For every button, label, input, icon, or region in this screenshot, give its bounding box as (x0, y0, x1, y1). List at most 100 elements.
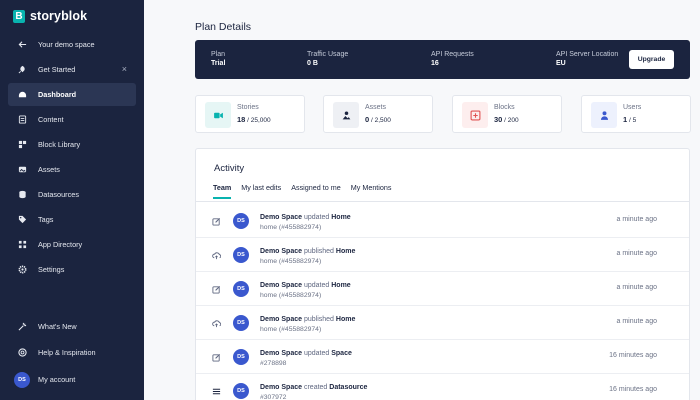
activity-time: a minute ago (616, 250, 657, 257)
edit-icon (211, 352, 221, 362)
api-requests-label: API Requests (431, 51, 474, 58)
avatar: DS (14, 371, 30, 388)
activity-subtitle: home (#455882974) (260, 292, 322, 299)
traffic-field: Traffic Usage 0 B (307, 51, 348, 67)
activity-row[interactable]: DS Demo Space updated Space #278898 16 m… (196, 340, 689, 374)
sidebar-item-label: Settings (38, 265, 65, 274)
datasources-icon (17, 190, 27, 200)
tabs-divider (196, 201, 689, 202)
activity-panel: Activity Team My last edits Assigned to … (195, 148, 690, 400)
storyblok-logo-icon: B (13, 9, 25, 23)
activity-subtitle: home (#455882974) (260, 224, 322, 231)
api-location-field: API Server Location EU (556, 51, 618, 67)
sidebar-item-label: Tags (38, 215, 54, 224)
sidebar-item-block-library[interactable]: Block Library (8, 133, 136, 156)
sidebar-item-dashboard[interactable]: Dashboard (8, 83, 136, 106)
activity-text: Demo Space updated Home home (#455882974… (260, 282, 351, 299)
activity-text: Demo Space published Home home (#4558829… (260, 248, 356, 265)
activity-subtitle: #278898 (260, 360, 287, 367)
sidebar-item-label: App Directory (38, 240, 83, 249)
tab-my-last-edits[interactable]: My last edits (241, 183, 281, 199)
activity-tabs: Team My last edits Assigned to me My Men… (213, 183, 392, 199)
stat-card-users[interactable]: Users 1 / 5 (581, 95, 691, 133)
activity-text: Demo Space created Datasource #307972 (260, 383, 367, 400)
sidebar-item-label: Content (38, 115, 64, 124)
upgrade-button[interactable]: Upgrade (629, 50, 674, 69)
close-icon[interactable]: × (122, 64, 127, 74)
brand-name: storyblok (30, 9, 88, 23)
plan-value: Trial (211, 60, 226, 67)
page-title: Plan Details (195, 21, 252, 33)
stat-card-stories[interactable]: Stories 18 / 25,000 (195, 95, 305, 133)
stat-value: 30 / 200 (494, 115, 519, 124)
stat-label: Blocks (494, 104, 515, 111)
sidebar-item-tags[interactable]: Tags (8, 208, 136, 231)
sidebar-item-label: Assets (38, 165, 60, 174)
activity-row[interactable]: DS Demo Space published Home home (#4558… (196, 238, 689, 272)
stat-card-assets[interactable]: Assets 0 / 2,500 (323, 95, 433, 133)
sidebar: B storyblok Your demo space Get Started … (0, 0, 144, 400)
traffic-label: Traffic Usage (307, 51, 349, 58)
avatar: DS (233, 281, 249, 297)
activity-row[interactable]: DS Demo Space published Home home (#4558… (196, 306, 689, 340)
stories-icon (205, 102, 231, 128)
avatar: DS (233, 213, 249, 229)
activity-time: a minute ago (616, 318, 657, 325)
sidebar-item-content[interactable]: Content (8, 108, 136, 131)
sidebar-item-my-account[interactable]: DS My account (8, 368, 136, 391)
tab-my-mentions[interactable]: My Mentions (351, 183, 392, 199)
stat-value: 0 / 2,500 (365, 115, 391, 124)
sidebar-item-label: Block Library (38, 140, 81, 149)
sidebar-item-help[interactable]: Help & Inspiration (8, 341, 136, 364)
sidebar-item-your-demo-space[interactable]: Your demo space (8, 33, 136, 56)
tab-team[interactable]: Team (213, 183, 232, 199)
block-library-icon (17, 140, 27, 150)
activity-row[interactable]: DS Demo Space updated Home home (#455882… (196, 272, 689, 306)
sidebar-item-label: What's New (38, 322, 77, 331)
sidebar-item-datasources[interactable]: Datasources (8, 183, 136, 206)
api-requests-field: API Requests 16 (431, 51, 474, 67)
activity-time: 16 minutes ago (609, 352, 657, 359)
plan-details-bar: Plan Trial Traffic Usage 0 B API Request… (195, 40, 690, 79)
stat-card-blocks[interactable]: Blocks 30 / 200 (452, 95, 562, 133)
stat-label: Stories (237, 104, 259, 111)
stat-label: Assets (365, 104, 387, 111)
sidebar-item-label: Your demo space (38, 40, 95, 49)
stat-value: 18 / 25,000 (237, 115, 271, 124)
activity-time: a minute ago (616, 284, 657, 291)
sidebar-item-label: My account (38, 375, 76, 384)
settings-icon (17, 265, 27, 275)
activity-time: 16 minutes ago (609, 386, 657, 393)
sidebar-item-app-directory[interactable]: App Directory (8, 233, 136, 256)
activity-title: Activity (214, 163, 245, 174)
activity-row[interactable]: DS Demo Space created Datasource #307972… (196, 374, 689, 400)
whats-new-icon (17, 322, 27, 332)
activity-subtitle: home (#455882974) (260, 258, 322, 265)
api-requests-value: 16 (431, 60, 439, 67)
sidebar-item-whats-new[interactable]: What's New (8, 315, 136, 338)
activity-text: Demo Space published Home home (#4558829… (260, 316, 356, 333)
activity-time: a minute ago (616, 216, 657, 223)
dashboard-icon (17, 90, 27, 100)
api-location-value: EU (556, 60, 566, 67)
arrow-left-icon (17, 40, 27, 50)
datasource-icon (211, 386, 221, 396)
sidebar-item-settings[interactable]: Settings (8, 258, 136, 281)
plan-label: Plan (211, 51, 226, 58)
sidebar-item-get-started[interactable]: Get Started × (8, 58, 136, 81)
stat-value: 1 / 5 (623, 115, 637, 124)
avatar: DS (233, 247, 249, 263)
avatar: DS (233, 315, 249, 331)
activity-row[interactable]: DS Demo Space updated Home home (#455882… (196, 204, 689, 238)
sidebar-item-label: Get Started (38, 65, 76, 74)
avatar: DS (233, 349, 249, 365)
traffic-value: 0 B (307, 60, 318, 67)
sidebar-item-assets[interactable]: Assets (8, 158, 136, 181)
activity-subtitle: #307972 (260, 394, 287, 400)
tab-assigned-to-me[interactable]: Assigned to me (291, 183, 341, 199)
brand-logo[interactable]: B storyblok (13, 9, 87, 23)
assets-icon (17, 165, 27, 175)
activity-subtitle: home (#455882974) (260, 326, 322, 333)
sidebar-item-label: Help & Inspiration (38, 348, 96, 357)
activity-text: Demo Space updated Home home (#455882974… (260, 214, 351, 231)
